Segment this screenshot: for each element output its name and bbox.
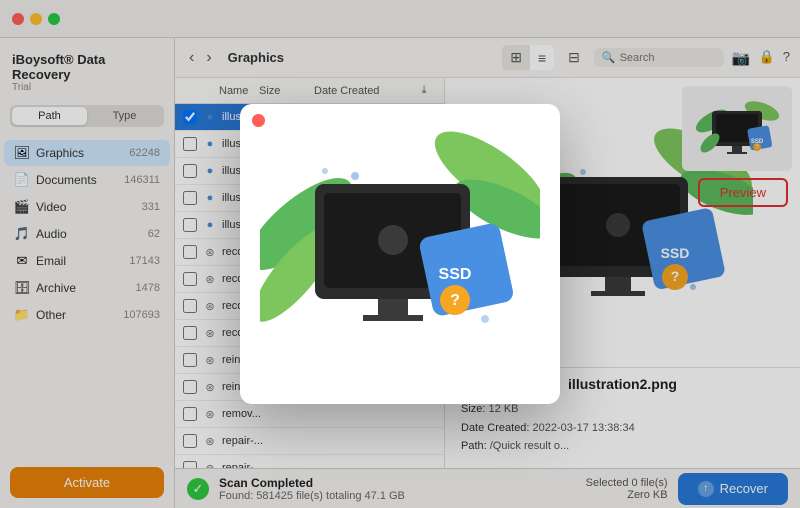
- svg-text:SSD: SSD: [439, 266, 472, 283]
- popup-overlay: SSD ?: [0, 0, 800, 508]
- popup-illustration: SSD ?: [260, 124, 540, 384]
- svg-text:?: ?: [450, 292, 460, 309]
- popup-close-button[interactable]: [252, 114, 265, 127]
- popup-window: SSD ?: [240, 104, 560, 404]
